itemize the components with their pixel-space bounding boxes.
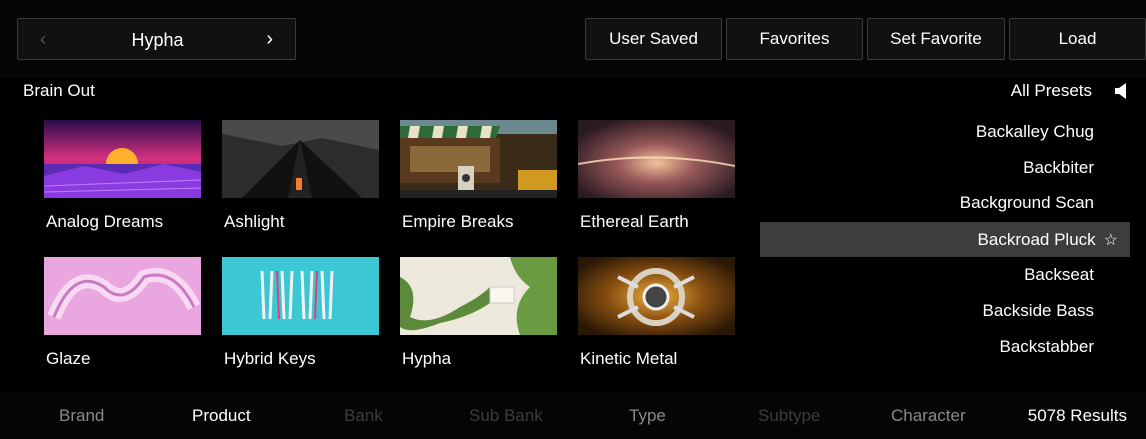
preset-item[interactable]: Background Scan (760, 185, 1130, 220)
all-presets-filter[interactable]: All Presets (1011, 81, 1092, 101)
product-name: Glaze (46, 349, 91, 368)
product-name: Analog Dreams (46, 212, 164, 231)
preset-item[interactable]: Backbiter (760, 150, 1130, 185)
product-thumbnail (222, 257, 379, 335)
product-name: Ashlight (224, 212, 285, 231)
speaker-icon[interactable] (1115, 83, 1129, 99)
favorites-button[interactable]: Favorites (726, 18, 863, 60)
product-name: Ethereal Earth (580, 212, 689, 231)
preset-name: Backside Bass (982, 301, 1095, 320)
product-thumbnail (44, 257, 201, 335)
filter-tab-subtype: Subtype (758, 406, 821, 425)
preset-name: Backbiter (1023, 158, 1094, 177)
filter-tab-brand[interactable]: Brand (59, 406, 104, 426)
product-thumbnail (222, 120, 379, 198)
user-saved-button[interactable]: User Saved (585, 18, 722, 60)
preset-name: Backseat (1024, 265, 1094, 284)
bank-label: Brain Out (23, 81, 95, 100)
product-thumbnail (400, 120, 557, 198)
filter-tab-character[interactable]: Character (891, 406, 966, 426)
product-navigator: ‹ Hypha › (17, 18, 296, 60)
filter-bar (0, 392, 1146, 439)
preset-name: Backroad Pluck (977, 230, 1096, 249)
product-thumbnail (44, 120, 201, 198)
preset-item[interactable]: Backalley Chug (760, 114, 1130, 149)
preset-item[interactable]: Backside Bass (760, 293, 1130, 328)
star-icon[interactable]: ☆ (1104, 232, 1118, 249)
product-thumbnail (578, 257, 735, 335)
product-name: Hypha (402, 349, 452, 368)
set-favorite-button[interactable]: Set Favorite (867, 18, 1005, 60)
filter-tab-sub-bank: Sub Bank (469, 406, 543, 425)
results-count: 5078 Results (1027, 406, 1127, 425)
filter-tab-bank: Bank (344, 406, 383, 425)
filter-tab-type[interactable]: Type (629, 406, 666, 426)
product-name: Empire Breaks (402, 212, 514, 231)
chevron-right-icon[interactable]: › (266, 28, 273, 51)
preset-item[interactable]: Backseat (760, 257, 1130, 292)
product-name: Kinetic Metal (580, 349, 678, 368)
preset-name: Backstabber (999, 337, 1095, 356)
product-title[interactable]: Hypha (18, 30, 297, 51)
product-name: Hybrid Keys (224, 349, 316, 368)
preset-item[interactable]: Backstabber (760, 329, 1130, 364)
product-thumbnail (578, 120, 735, 198)
product-thumbnail (400, 257, 557, 335)
load-button[interactable]: Load (1009, 18, 1146, 60)
preset-name: Background Scan (959, 193, 1094, 212)
preset-name: Backalley Chug (975, 122, 1094, 141)
preset-item-selected[interactable]: Backroad Pluck ☆ (760, 222, 1130, 257)
filter-tab-product[interactable]: Product (192, 406, 251, 426)
